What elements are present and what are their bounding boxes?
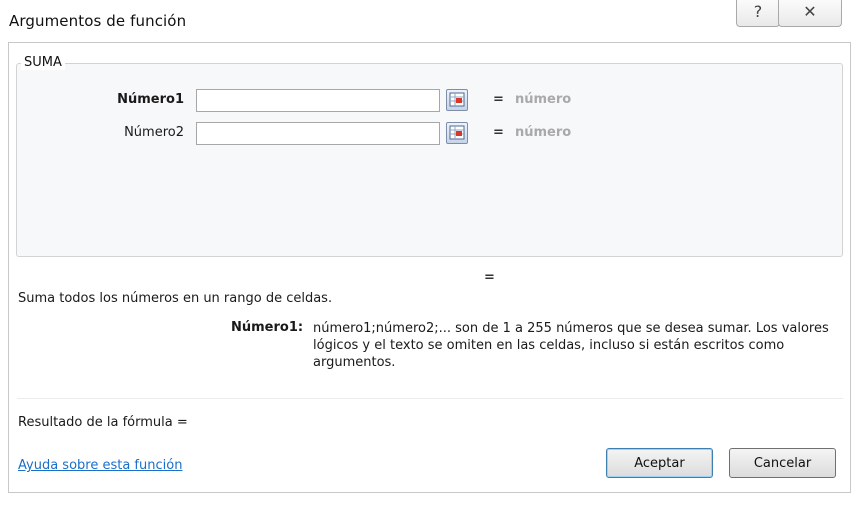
arg1-label: Número1 [117,92,184,107]
arg2-result: número [515,125,572,140]
title-bar: Argumentos de función ? ✕ [0,0,857,42]
function-result-equals: = [484,270,495,285]
arg2-range-button[interactable] [446,122,468,144]
window-title: Argumentos de función [9,12,187,30]
divider [17,398,843,399]
help-button[interactable]: ? [736,0,780,27]
question-mark-icon: ? [753,2,763,21]
arg-help-text: número1;número2;... son de 1 a 255 númer… [313,321,829,370]
arg2-input[interactable] [196,122,440,145]
formula-result: Resultado de la fórmula = [18,415,188,430]
arg1-input[interactable] [196,89,440,112]
function-name: SUMA [21,55,65,70]
range-select-icon [449,92,465,107]
arg2-equals: = [493,125,504,140]
arg2-label: Número2 [124,125,184,140]
arg1-equals: = [493,92,504,107]
arg1-result: número [515,92,572,107]
help-link[interactable]: Ayuda sobre esta función [18,458,182,473]
cancel-button[interactable]: Cancelar [729,448,836,478]
arg-help-name: Número1: [231,320,304,335]
close-icon: ✕ [803,2,817,21]
accept-button[interactable]: Aceptar [606,448,713,478]
range-select-icon [449,125,465,140]
close-button[interactable]: ✕ [778,0,842,27]
function-description: Suma todos los números en un rango de ce… [18,291,333,306]
arg1-range-button[interactable] [446,89,468,111]
arguments-group: SUMA Número1 = número Número2 = número [16,55,843,257]
function-arguments-dialog: SUMA Número1 = número Número2 = número =… [8,42,851,493]
